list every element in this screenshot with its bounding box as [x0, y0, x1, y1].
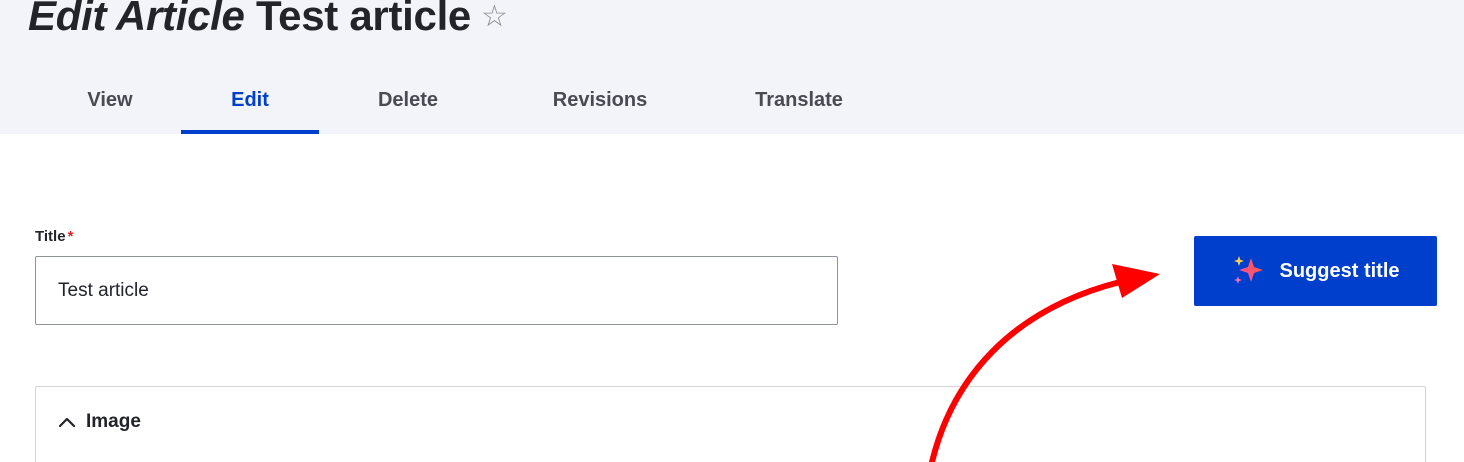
tab-edit[interactable]: Edit [181, 68, 319, 134]
required-marker: * [67, 228, 74, 245]
tab-delete[interactable]: Delete [346, 68, 470, 134]
page-title-prefix: Edit Article [28, 0, 245, 39]
page-header: Edit Article Test article ☆ View Edit Del… [0, 0, 1464, 134]
suggest-title-label: Suggest title [1279, 259, 1400, 282]
chevron-up-icon [58, 417, 76, 428]
title-input[interactable] [35, 256, 838, 325]
title-label-text: Title [35, 228, 66, 245]
tab-view[interactable]: View [60, 68, 160, 134]
sparkle-icon [1234, 256, 1264, 284]
image-section-toggle[interactable]: Image [58, 411, 141, 433]
page-title: Edit Article Test article ☆ [28, 0, 508, 45]
suggest-title-button[interactable]: Suggest title [1194, 236, 1437, 306]
star-icon[interactable]: ☆ [481, 0, 508, 45]
image-section-label: Image [86, 411, 141, 432]
page: Edit Article Test article ☆ View Edit Del… [0, 0, 1464, 462]
tab-revisions[interactable]: Revisions [520, 68, 680, 134]
page-title-name: Test article [255, 0, 471, 39]
primary-tabs: View Edit Delete Revisions Translate [0, 68, 900, 134]
title-label: Title * [35, 228, 73, 245]
tab-translate[interactable]: Translate [724, 68, 874, 134]
image-section: Image [35, 386, 1426, 462]
